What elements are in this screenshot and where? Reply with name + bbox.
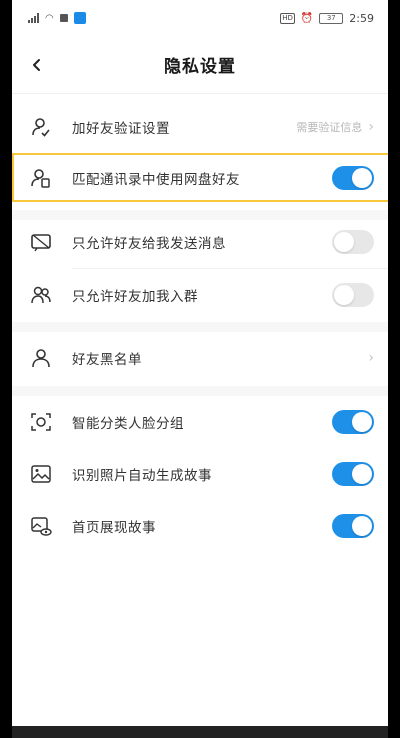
page-title: 隐私设置 <box>164 57 236 77</box>
nav-header: 隐私设置 <box>12 36 388 94</box>
bottom-bar <box>12 726 388 738</box>
row-photo-story[interactable]: 识别照片自动生成故事 <box>12 448 388 500</box>
status-bar: ◠ HD ⏰ 37 2:59 <box>12 0 388 36</box>
row-label: 只允许好友加我入群 <box>72 289 198 305</box>
story-toggle[interactable] <box>332 462 374 486</box>
row-friends-only-message[interactable]: 只允许好友给我发送消息 <box>12 216 388 268</box>
row-label: 好友黑名单 <box>72 352 142 368</box>
battery-icon: 37 <box>319 12 344 24</box>
row-label: 匹配通讯录中使用网盘好友 <box>72 172 240 188</box>
row-hint: 需要验证信息 <box>296 121 363 134</box>
home-story-toggle[interactable] <box>332 514 374 538</box>
group-toggle[interactable] <box>332 283 374 307</box>
message-icon <box>30 231 52 253</box>
chevron-right-icon: › <box>368 119 374 135</box>
row-label: 智能分类人脸分组 <box>72 416 184 432</box>
message-toggle[interactable] <box>332 230 374 254</box>
face-scan-icon <box>30 411 52 433</box>
chevron-left-icon[interactable] <box>24 52 50 78</box>
row-friends-only-group[interactable]: 只允许好友加我入群 <box>12 269 388 321</box>
app-notification-icon <box>73 12 86 24</box>
hd-badge: HD <box>280 12 295 24</box>
contacts-icon <box>30 167 52 189</box>
chevron-right-icon: › <box>368 350 374 366</box>
row-label: 只允许好友给我发送消息 <box>72 236 226 252</box>
row-blacklist[interactable]: 好友黑名单 › <box>12 332 388 384</box>
row-face-grouping[interactable]: 智能分类人脸分组 <box>12 396 388 448</box>
contacts-toggle[interactable] <box>332 166 374 190</box>
user-icon <box>30 347 52 369</box>
wifi-icon: ◠ <box>45 12 54 24</box>
row-label: 加好友验证设置 <box>72 121 170 137</box>
row-match-contacts[interactable]: 匹配通讯录中使用网盘好友 <box>12 153 388 203</box>
row-label: 首页展现故事 <box>72 520 156 536</box>
alarm-icon: ⏰ <box>300 12 314 24</box>
status-time: 2:59 <box>349 11 374 25</box>
section-gap <box>12 386 388 396</box>
group-icon <box>30 284 52 306</box>
row-label: 识别照片自动生成故事 <box>72 468 212 484</box>
user-verify-icon <box>30 116 52 138</box>
section-gap <box>12 322 388 332</box>
face-toggle[interactable] <box>332 410 374 434</box>
photo-icon <box>30 463 52 485</box>
signal-icon <box>28 13 39 23</box>
photo-eye-icon <box>30 515 52 537</box>
notification-icon <box>59 14 68 22</box>
row-home-story[interactable]: 首页展现故事 <box>12 500 388 552</box>
phone-screen: ◠ HD ⏰ 37 2:59 隐私设置 加好友验证设置 需要验证信息 › 匹配通… <box>12 0 388 738</box>
row-add-friend-verify[interactable]: 加好友验证设置 需要验证信息 › <box>12 101 388 153</box>
